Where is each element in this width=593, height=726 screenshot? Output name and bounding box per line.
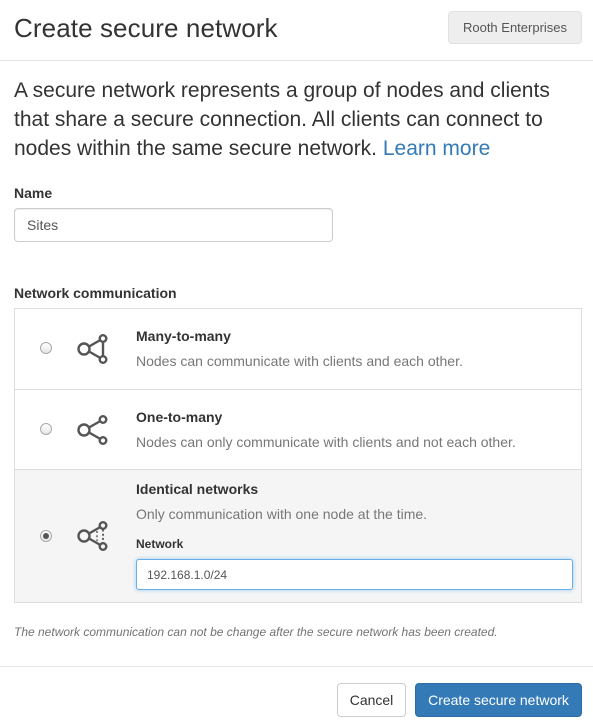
option-title: Identical networks — [136, 481, 259, 497]
radio-selected-dot — [43, 533, 49, 539]
network-label: Network — [136, 537, 184, 551]
identical-networks-icon — [77, 521, 108, 552]
modal-header: Create secure network Rooth Enterprises — [0, 0, 593, 61]
help-text: The network communication can not be cha… — [14, 625, 498, 639]
network-input[interactable] — [136, 559, 573, 590]
radio-identical-networks[interactable] — [40, 530, 52, 542]
intro-text: A secure network represents a group of n… — [14, 76, 574, 163]
one-to-many-icon — [77, 415, 108, 446]
option-title: One-to-many — [136, 409, 223, 425]
option-description: Only communication with one node at the … — [136, 506, 428, 522]
organization-badge[interactable]: Rooth Enterprises — [448, 11, 582, 44]
network-communication-label: Network communication — [14, 285, 177, 301]
page-title: Create secure network — [14, 13, 278, 43]
learn-more-link[interactable]: Learn more — [383, 137, 490, 160]
name-input[interactable] — [14, 208, 333, 242]
modal-footer: Cancel Create secure network — [0, 666, 593, 726]
name-label: Name — [14, 185, 53, 201]
option-description: Nodes can communicate with clients and e… — [136, 353, 463, 369]
radio-one-to-many[interactable] — [40, 423, 52, 435]
create-secure-network-button[interactable]: Create secure network — [415, 683, 582, 717]
many-to-many-icon — [77, 334, 108, 365]
cancel-button[interactable]: Cancel — [337, 683, 406, 717]
option-title: Many-to-many — [136, 328, 231, 344]
option-description: Nodes can only communicate with clients … — [136, 434, 516, 450]
option-one-to-many[interactable]: One-to-many Nodes can only communicate w… — [15, 390, 581, 470]
radio-many-to-many[interactable] — [40, 342, 52, 354]
communication-options: Many-to-many Nodes can communicate with … — [14, 308, 582, 603]
option-many-to-many[interactable]: Many-to-many Nodes can communicate with … — [15, 309, 581, 390]
option-identical-networks[interactable]: Identical networks Only communication wi… — [15, 470, 581, 602]
